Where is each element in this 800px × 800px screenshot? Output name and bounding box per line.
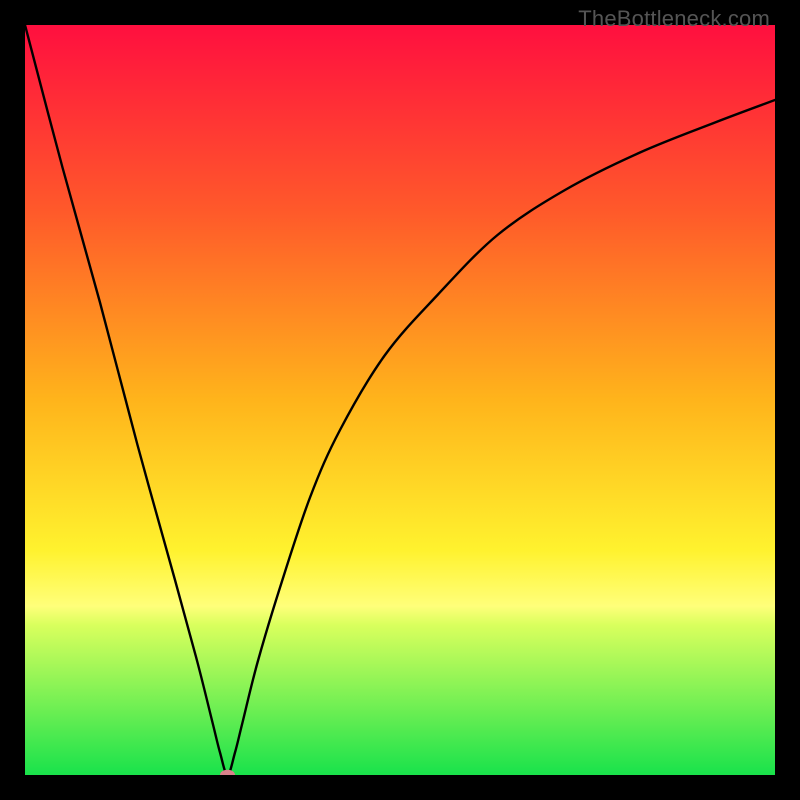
gradient-background: [25, 25, 775, 775]
chart-frame: [25, 25, 775, 775]
watermark-text: TheBottleneck.com: [578, 6, 770, 32]
bottleneck-chart: [25, 25, 775, 775]
